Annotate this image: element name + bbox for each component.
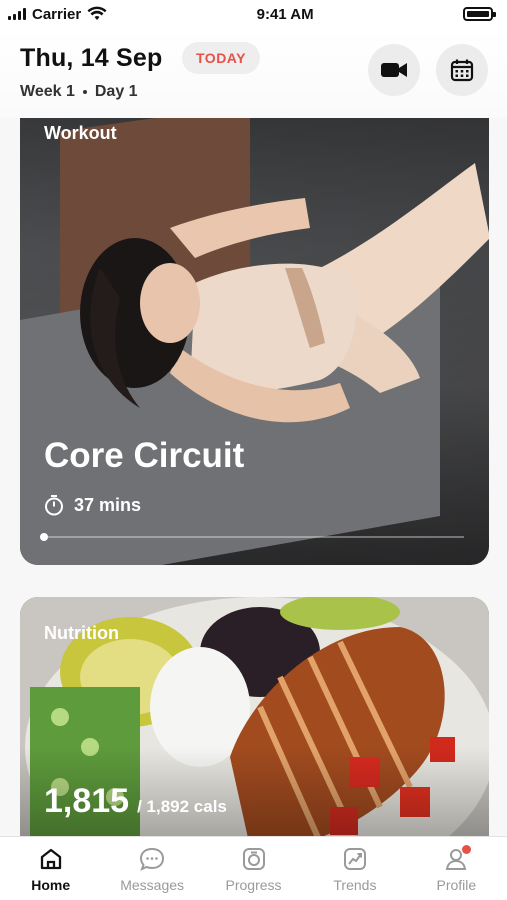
tab-messages-label: Messages [120,876,185,893]
tab-profile[interactable]: Profile [406,837,507,900]
home-icon [40,848,61,869]
duration-text: 37 mins [74,494,142,515]
battery-icon [462,7,496,21]
tab-bar: Home Messages Progress Trends Profile [0,836,507,900]
status-bar: Carrier 9:41 AM [0,0,507,28]
progress-icon [242,847,265,870]
workout-label: Workout [44,123,117,143]
tab-trends-label: Trends [333,876,377,893]
separator-dot [82,90,87,94]
tab-home-label: Home [31,876,71,893]
week-day-label: Week 1 Day 1 [20,83,138,101]
tab-progress-label: Progress [225,876,282,893]
workout-duration: 37 mins [44,494,141,516]
workout-progress-bar [40,533,464,541]
notification-badge [461,845,471,854]
calories-row: 1,815 / 1,892 cals [44,782,227,821]
stopwatch-icon [45,495,63,516]
clock: 9:41 AM [256,5,314,23]
calories-goal: / 1,892 cals [137,797,227,816]
workout-title: Core Circuit [44,436,245,475]
workout-card[interactable]: Workout Core Circuit 37 mins [20,118,489,565]
nutrition-card[interactable]: Nutrition 1,815 / 1,892 cals [20,597,489,857]
signal-icon [8,8,26,20]
trends-icon [343,847,366,870]
tab-trends[interactable]: Trends [304,837,405,900]
wifi-icon [87,6,107,20]
progress-knob [40,533,48,541]
tab-progress[interactable]: Progress [203,837,304,900]
header: Thu, 14 Sep TODAY Week 1 Day 1 [0,28,507,118]
tab-messages[interactable]: Messages [101,837,202,900]
calendar-button[interactable] [436,44,488,96]
messages-icon [140,847,165,871]
video-camera-icon [381,63,407,77]
calendar-icon [450,59,474,82]
carrier-label: Carrier [32,5,82,23]
today-button[interactable]: TODAY [182,42,260,74]
date-title: Thu, 14 Sep [20,44,163,72]
status-left: Carrier [8,6,107,23]
calories-value: 1,815 [44,782,130,820]
day-label: Day 1 [94,83,138,100]
video-button[interactable] [368,44,420,96]
tab-home[interactable]: Home [0,837,101,900]
tab-profile-label: Profile [436,876,477,893]
week-label: Week 1 [20,83,75,100]
nutrition-label: Nutrition [44,623,119,643]
